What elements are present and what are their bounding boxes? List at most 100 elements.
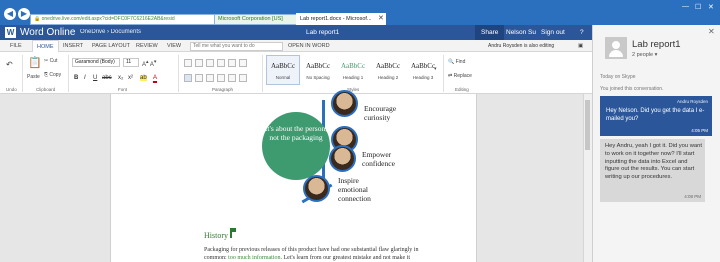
- document-name[interactable]: Lab report1: [306, 28, 339, 37]
- scrollbar-thumb[interactable]: [585, 100, 590, 150]
- undo-group-label: Undo: [6, 87, 17, 92]
- coauthor-cursor: [230, 228, 236, 238]
- style-sample: AaBbCc: [270, 62, 296, 70]
- breadcrumb[interactable]: OneDrive › Documents: [80, 28, 141, 37]
- font-color-icon[interactable]: A: [153, 75, 158, 83]
- cut-label: Cut: [49, 58, 58, 64]
- back-icon[interactable]: ◀: [4, 8, 16, 20]
- tab-review[interactable]: REVIEW: [136, 40, 158, 52]
- tab-home[interactable]: HOME: [32, 40, 59, 52]
- superscript-icon[interactable]: x²: [128, 75, 133, 81]
- tab-file[interactable]: FILE: [10, 40, 22, 52]
- font-name-dropdown[interactable]: Garamond (Body): [72, 58, 120, 67]
- diagram-center-circle: It's about the person, not the packaging: [262, 112, 330, 180]
- style-heading-1[interactable]: AaBbCc Heading 1: [336, 55, 370, 85]
- browser-tab[interactable]: Lab report1.docx - Microsof...: [296, 13, 386, 25]
- show-marks-icon[interactable]: [239, 59, 247, 67]
- person-photo: [303, 175, 330, 202]
- tab-view[interactable]: VIEW: [167, 40, 181, 52]
- style-no-spacing[interactable]: AaBbCc No Spacing: [301, 55, 335, 85]
- style-name: Heading 1: [342, 75, 364, 80]
- line-spacing-icon[interactable]: [228, 74, 236, 82]
- clipboard-group-label: Clipboard: [36, 87, 56, 92]
- style-normal[interactable]: AaBbCc Normal: [266, 55, 300, 85]
- message-time: 4:08 PM: [684, 194, 701, 199]
- body-text: common:: [204, 255, 229, 261]
- message-time: 4:05 PM: [691, 128, 708, 133]
- style-name: Normal: [275, 75, 291, 80]
- tab-title: Lab report1.docx - Microsof...: [300, 16, 372, 22]
- history-heading[interactable]: History: [204, 231, 228, 240]
- maximize-icon[interactable]: ☐: [695, 3, 701, 11]
- diagram-label: Inspire emotional connection: [338, 176, 371, 203]
- body-text-line[interactable]: common: too much information. Let's lear…: [204, 255, 410, 261]
- align-left-icon[interactable]: [184, 74, 192, 82]
- font-size-dropdown[interactable]: 11: [123, 58, 139, 67]
- replace-button[interactable]: ⇄ Replace: [448, 73, 472, 79]
- outgoing-message: Hey Andru, yeah I got it. Did you want t…: [600, 139, 705, 202]
- tab-page-layout[interactable]: PAGE LAYOUT: [92, 40, 130, 52]
- word-logo-icon: W: [5, 27, 16, 38]
- paragraph-group-label: Paragraph: [212, 87, 234, 92]
- paste-button[interactable]: Paste: [27, 74, 40, 80]
- style-heading-2[interactable]: AaBbCc Heading 2: [371, 55, 405, 85]
- decrease-indent-icon[interactable]: [206, 59, 214, 67]
- divider: [22, 55, 23, 92]
- divider: [443, 55, 444, 92]
- subscript-icon[interactable]: x₂: [118, 75, 123, 81]
- sign-out-link[interactable]: Sign out: [535, 25, 571, 40]
- comment-icon[interactable]: ▣: [578, 40, 583, 52]
- close-window-icon[interactable]: ✕: [708, 3, 714, 11]
- ltr-icon[interactable]: [228, 59, 236, 67]
- tab-insert[interactable]: INSERT: [63, 40, 83, 52]
- font-group-label: Font: [118, 87, 128, 92]
- tell-me-input[interactable]: Tell me what you want to do: [190, 42, 283, 51]
- align-right-icon[interactable]: [206, 74, 214, 82]
- grow-font-icon[interactable]: A▴ A▾: [142, 59, 156, 68]
- copy-label: Copy: [49, 72, 62, 78]
- paragraph-settings-icon[interactable]: [239, 74, 247, 82]
- minimize-icon[interactable]: —: [682, 3, 689, 10]
- group-avatar-icon: [605, 37, 627, 59]
- highlighted-text: too much information: [228, 255, 281, 261]
- open-in-word-button[interactable]: OPEN IN WORD: [288, 40, 330, 52]
- body-text: . Let's learn from our greatest mistake …: [280, 255, 411, 261]
- bullets-icon[interactable]: [184, 59, 192, 67]
- paste-icon[interactable]: 📋: [28, 56, 42, 69]
- address-bar[interactable]: 🔒 onedrive.live.com/edit.aspx?cid=DFC0F7…: [30, 14, 232, 25]
- find-label: Find: [455, 59, 466, 65]
- highlight-icon[interactable]: ab: [140, 75, 147, 81]
- bold-icon[interactable]: B: [74, 75, 78, 81]
- url-text: onedrive.live.com/edit.aspx?cid=DFC0F7C6…: [41, 16, 175, 22]
- align-center-icon[interactable]: [195, 74, 203, 82]
- find-button[interactable]: 🔍 Find: [448, 59, 465, 65]
- chat-title: Lab report1: [632, 39, 681, 50]
- style-sample: AaBbCc: [305, 62, 331, 70]
- ribbon: ↶ Undo 📋 Paste ✂ Cut ⎘ Copy Clipboard Ga…: [0, 52, 592, 94]
- replace-label: Replace: [453, 73, 472, 79]
- body-text-line[interactable]: Packaging for previous releases of this …: [204, 247, 418, 253]
- message-sender: Andru Roysden: [676, 99, 708, 104]
- ribbon-tabs: FILE HOME INSERT PAGE LAYOUT REVIEW VIEW…: [0, 40, 592, 52]
- close-chat-icon[interactable]: ✕: [708, 27, 715, 36]
- numbering-icon[interactable]: [195, 59, 203, 67]
- participants-dropdown[interactable]: 2 people ▾: [632, 52, 657, 58]
- style-sample: AaBbCc: [375, 62, 401, 70]
- tab-close-icon[interactable]: ✕: [378, 13, 384, 25]
- underline-icon[interactable]: U: [93, 75, 97, 81]
- italic-icon[interactable]: I: [84, 75, 86, 81]
- word-title-bar: W Word Online OneDrive › Documents Lab r…: [0, 25, 592, 40]
- copy-button[interactable]: ⎘ Copy: [44, 72, 61, 78]
- style-sample: AaBbCc: [340, 62, 366, 70]
- forward-icon[interactable]: ▶: [18, 8, 30, 20]
- co-editing-notice[interactable]: Andru Roysden is also editing: [488, 41, 554, 51]
- cut-button[interactable]: ✂ Cut: [44, 58, 57, 64]
- increase-indent-icon[interactable]: [217, 59, 225, 67]
- help-icon[interactable]: ?: [574, 25, 590, 40]
- undo-icon[interactable]: ↶: [6, 60, 13, 69]
- justify-icon[interactable]: [217, 74, 225, 82]
- message-text: Hey Andru, yeah I got it. Did you want t…: [605, 143, 702, 181]
- style-name: Heading 3: [412, 75, 434, 80]
- styles-more-icon[interactable]: ▾: [434, 66, 437, 72]
- strikethrough-icon[interactable]: abc: [102, 75, 112, 81]
